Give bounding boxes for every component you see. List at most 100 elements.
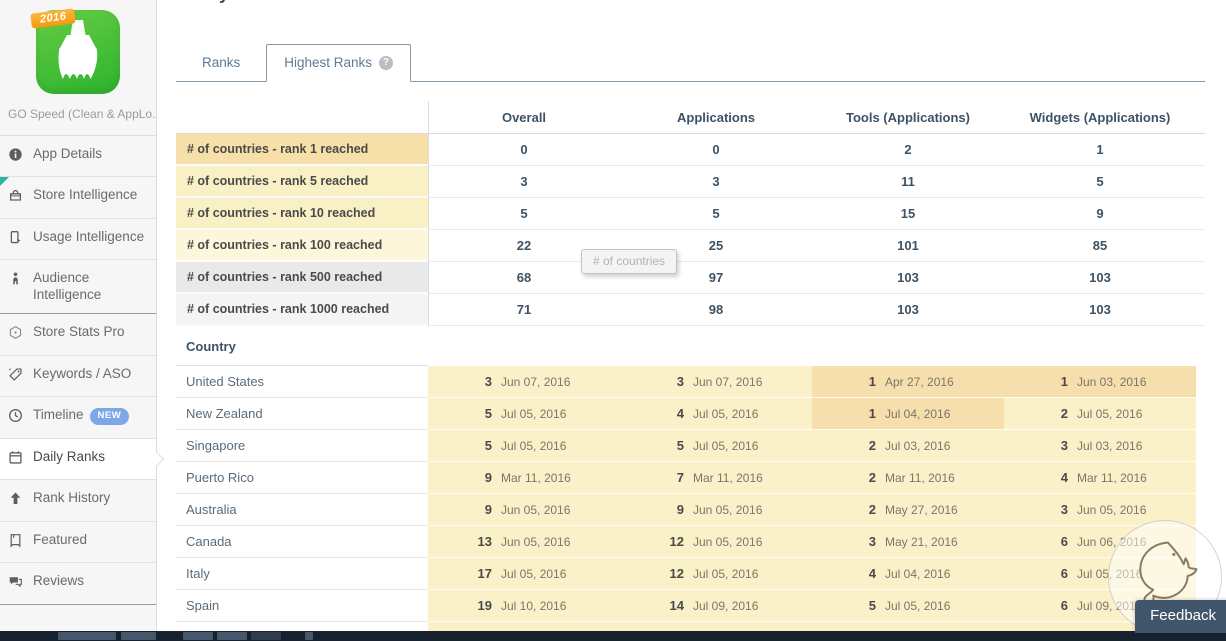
rank-date: Jul 05, 2016 <box>693 407 758 421</box>
rank-cell: 4 Jul 04, 2016 <box>812 558 1004 590</box>
summary-value: 103 <box>1004 294 1196 326</box>
summary-value: 3 <box>620 166 812 198</box>
rank-date: Jun 05, 2016 <box>693 535 762 549</box>
summary-row-label: # of countries - rank 100 reached <box>176 230 428 262</box>
summary-value: 103 <box>1004 262 1196 294</box>
rank-date: Jul 04, 2016 <box>885 567 950 581</box>
sidebar-item-label: Audience Intelligence <box>33 270 152 303</box>
country-row: Spain19Jul 10, 201614Jul 09, 20165Jul 05… <box>176 590 1205 622</box>
hexagon-icon <box>8 325 25 344</box>
country-name: United States <box>176 366 428 398</box>
sidebar-item-rank-history[interactable]: Rank History <box>0 480 156 521</box>
country-column-header: Country <box>176 326 428 366</box>
rank-cell: 2Jul 03, 2016 <box>812 430 1004 462</box>
tab-label: Highest Ranks <box>284 45 372 81</box>
sidebar-item-label: Reviews <box>33 573 84 589</box>
taskbar-item[interactable] <box>305 632 313 640</box>
tab-highest-ranks[interactable]: Highest Ranks? <box>266 44 411 82</box>
taskbar-item[interactable] <box>121 632 156 640</box>
rank-date: Mar 11, 2016 <box>885 471 955 485</box>
rank-value: 9 <box>428 502 492 517</box>
rank-cell: 12Jul 05, 2016 <box>620 558 812 590</box>
help-icon[interactable]: ? <box>379 56 393 70</box>
drag-tooltip: # of countries <box>581 249 677 274</box>
country-name: Italy <box>176 558 428 590</box>
summary-row: # of countries - rank 1000 reached7198 10… <box>176 294 1205 326</box>
summary-row-label: # of countries - rank 5 reached <box>176 166 428 198</box>
rank-value: 3 <box>428 374 492 389</box>
rank-cell: 9Jun 05, 2016 <box>428 494 620 526</box>
rank-value: 9 <box>620 502 684 517</box>
rank-cell: 4Jul 05, 2016 <box>620 398 812 430</box>
rank-cell: 17Jul 05, 2016 <box>428 558 620 590</box>
rank-value: 1 <box>1004 374 1068 389</box>
sidebar-item-timeline[interactable]: TimelineNEW <box>0 397 156 438</box>
rank-date: Jul 03, 2016 <box>885 439 950 453</box>
rank-cell: 2 May 27, 2016 <box>812 494 1004 526</box>
sidebar-item-featured[interactable]: Featured <box>0 522 156 563</box>
summary-row: # of countries - rank 100 reached2225101… <box>176 230 1205 262</box>
rank-value: 17 <box>428 566 492 581</box>
rank-date: Jul 05, 2016 <box>885 599 950 613</box>
rank-cell: 3 May 21, 2016 <box>812 526 1004 558</box>
rank-date: Mar 11, 2016 <box>501 471 571 485</box>
summary-row: # of countries - rank 5 reached33115 <box>176 166 1205 198</box>
rank-value: 5 <box>812 598 876 613</box>
summary-row-label: # of countries - rank 10 reached <box>176 198 428 230</box>
column-header: Applications <box>620 110 812 125</box>
country-row: United States3Jun 07, 20163Jun 07, 20161… <box>176 366 1205 398</box>
reviews-icon <box>8 574 25 593</box>
sidebar-item-label: Rank History <box>33 490 110 506</box>
taskbar-item[interactable] <box>251 632 281 640</box>
summary-value: 98 <box>620 294 812 326</box>
rank-value: 3 <box>812 534 876 549</box>
summary-value: 11 <box>812 166 1004 198</box>
sidebar-item-audience-intelligence[interactable]: Audience Intelligence <box>0 260 156 314</box>
rank-date: Mar 11, 2016 <box>1077 471 1147 485</box>
app-name: GO Speed (Clean & AppLo... <box>0 94 156 136</box>
sidebar-item-keywords-aso[interactable]: Keywords / ASO <box>0 356 156 397</box>
rank-value: 9 <box>428 470 492 485</box>
summary-row: # of countries - rank 500 reached6897103… <box>176 262 1205 294</box>
info-icon <box>8 147 25 166</box>
column-header: Tools (Applications) <box>812 110 1004 125</box>
sidebar-item-reviews[interactable]: Reviews <box>0 563 156 604</box>
page-title: Daily Ranks <box>186 0 288 4</box>
sidebar-item-usage-intelligence[interactable]: Usage Intelligence <box>0 219 156 260</box>
rank-value: 2 <box>812 502 876 517</box>
country-name: New Zealand <box>176 398 428 430</box>
rank-date: Jul 05, 2016 <box>501 407 566 421</box>
rank-date: Jul 05, 2016 <box>693 567 758 581</box>
taskbar-item[interactable] <box>58 632 116 640</box>
taskbar-item[interactable] <box>217 632 247 640</box>
sidebar-item-label: Daily Ranks <box>33 449 105 465</box>
feedback-button[interactable]: Feedback <box>1135 600 1226 633</box>
rank-date: Jul 05, 2016 <box>501 439 566 453</box>
taskbar-item[interactable] <box>183 632 213 640</box>
rank-value: 4 <box>812 566 876 581</box>
summary-value: 85 <box>1004 230 1196 262</box>
rank-value: 2 <box>1004 406 1068 421</box>
column-header: Widgets (Applications) <box>1004 110 1196 125</box>
sidebar-item-store-stats-pro[interactable]: Store Stats Pro <box>0 314 156 355</box>
country-row: Australia9Jun 05, 20169Jun 05, 20162May … <box>176 494 1205 526</box>
summary-value: 71 <box>428 294 620 326</box>
taskbar <box>0 631 1226 641</box>
summary-value: 1 <box>1004 134 1196 166</box>
sidebar-item-label: Store Intelligence <box>33 187 137 203</box>
rank-date: Jun 03, 2016 <box>1077 375 1146 389</box>
rank-value: 1 <box>812 406 876 421</box>
tab-ranks[interactable]: Ranks <box>176 45 266 81</box>
sidebar-item-label: Store Stats Pro <box>33 324 125 340</box>
rank-cell: 9Jun 05, 2016 <box>620 494 812 526</box>
summary-row-label: # of countries - rank 1000 reached <box>176 294 428 326</box>
rank-date: May 27, 2016 <box>885 503 958 517</box>
featured-icon <box>8 533 25 552</box>
sidebar-item-app-details[interactable]: App Details <box>0 136 156 177</box>
country-name: Spain <box>176 590 428 622</box>
rank-date: Mar 11, 2016 <box>693 471 763 485</box>
sidebar-item-daily-ranks[interactable]: Daily Ranks <box>0 439 156 480</box>
rank-date: May 21, 2016 <box>885 535 958 549</box>
sidebar-item-store-intelligence[interactable]: Store Intelligence <box>0 177 156 218</box>
country-row: Puerto Rico9Mar 11, 20167Mar 11, 20162Ma… <box>176 462 1205 494</box>
